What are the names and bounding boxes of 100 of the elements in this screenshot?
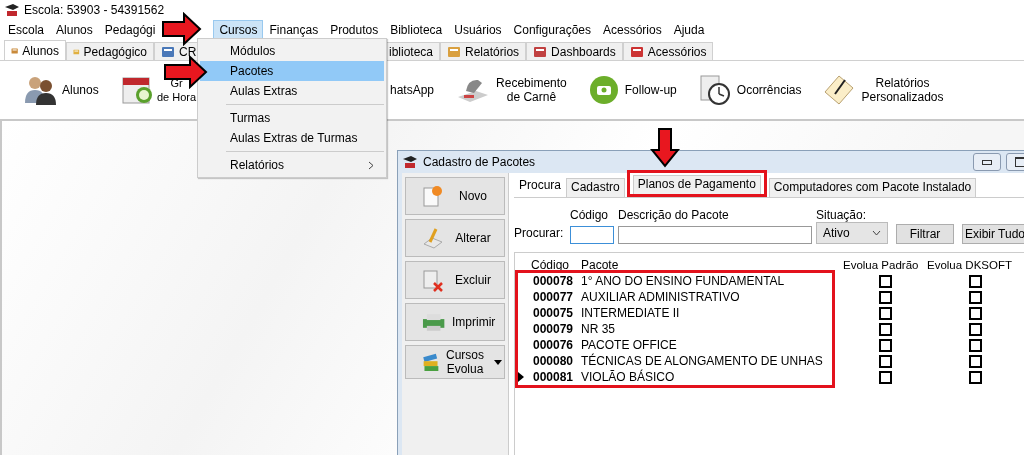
menu-option[interactable]: Aulas Extras	[200, 81, 384, 101]
checkbox[interactable]	[968, 290, 982, 304]
table-cell-text: 000077	[531, 290, 574, 304]
menu-item[interactable]: Acessórios	[597, 20, 668, 40]
menu-item[interactable]: Pedagógi	[98, 20, 162, 40]
checkbox[interactable]	[878, 290, 892, 304]
table-cell-text: 000080	[531, 354, 574, 368]
table-cell-text: PACOTE OFFICE	[581, 338, 678, 352]
menu-item[interactable]: Biblioteca	[384, 20, 449, 40]
code-field[interactable]	[570, 226, 614, 244]
ribbon-tab[interactable]: Relatórios	[440, 42, 527, 60]
field-label: Descrição do Pacote	[618, 208, 730, 222]
checkbox[interactable]	[878, 338, 892, 352]
menu-option[interactable]: Aulas Extras de Turmas	[200, 128, 384, 148]
chevron-icon	[368, 160, 374, 170]
ribbon-tab[interactable]: Dashboards	[526, 42, 623, 60]
checkbox[interactable]	[968, 274, 982, 288]
menu-option[interactable]: Módulos	[200, 41, 384, 61]
table-cell-text: 000076	[531, 338, 574, 352]
new-document-icon	[422, 184, 444, 208]
menu-item[interactable]: Usuários	[448, 20, 508, 40]
tab-icon	[161, 44, 175, 59]
ribbon-tab[interactable]: Alunos	[4, 40, 66, 60]
pointer-arrow	[164, 55, 208, 89]
table-cell-text: 000081	[531, 370, 574, 384]
filter-button[interactable]: Exibir Tudo	[962, 224, 1024, 244]
toolbar-button[interactable]: Cursos Evolua	[405, 345, 505, 379]
column-header: Evolua Padrão	[843, 259, 920, 271]
ribbon-label[interactable]: Follow-up	[624, 83, 677, 97]
ribbon-label[interactable]: hatsApp	[390, 83, 435, 97]
menu-option[interactable]: Turmas	[200, 108, 384, 128]
toolbar-button[interactable]: Alterar	[405, 219, 505, 257]
search-label: Procurar:	[514, 226, 565, 242]
checkbox[interactable]	[968, 354, 982, 368]
pointer-arrow	[162, 12, 202, 46]
table-cell-text: TÉCNICAS DE ALONGAMENTO DE UNHAS	[581, 354, 824, 368]
table-cell-text: 000075	[531, 306, 574, 320]
toolbar-button[interactable]: Novo	[405, 177, 505, 215]
minimize-button[interactable]	[973, 153, 1001, 171]
checkbox[interactable]	[878, 274, 892, 288]
status-dropdown[interactable]: Ativo	[816, 222, 888, 244]
description-field[interactable]	[618, 226, 812, 244]
menu-item[interactable]: Cursos	[213, 20, 264, 40]
ribbon-tab[interactable]: Acessórios	[622, 42, 714, 60]
checkbox[interactable]	[968, 338, 982, 352]
menu-item[interactable]: Finanças	[263, 20, 325, 40]
menu-option[interactable]: Pacotes	[200, 61, 384, 81]
toolbar-button[interactable]: Excluir	[405, 261, 505, 299]
checkbox[interactable]	[878, 306, 892, 320]
app-icon	[4, 3, 20, 17]
tab[interactable]: Planos de Pagamento	[632, 175, 761, 194]
field-label: Situação:	[816, 208, 868, 222]
column-header: Código	[530, 258, 571, 272]
tab-icon	[533, 44, 548, 59]
menu-item[interactable]: Produtos	[324, 20, 385, 40]
menu-item[interactable]: Escola	[2, 20, 51, 40]
menu-item[interactable]: Configurações	[507, 20, 597, 40]
tab[interactable]: Cadastro	[566, 178, 625, 197]
checkbox[interactable]	[968, 322, 982, 336]
table-cell-text: NR 35	[581, 322, 616, 336]
menu-item[interactable]: Alunos	[50, 20, 99, 40]
chevron-icon	[872, 230, 881, 236]
filter-button[interactable]: Filtrar	[896, 224, 954, 244]
tab[interactable]: Computadores com Pacote Instalado	[768, 178, 977, 197]
notepad-icon[interactable]	[823, 74, 856, 106]
menu-option[interactable]: Relatórios	[200, 155, 384, 175]
table-cell-text: AUXILIAR ADMINISTRATIVO	[581, 290, 741, 304]
toolbar-button[interactable]: Imprimir	[405, 303, 505, 341]
stopwatch-icon[interactable]	[698, 74, 731, 106]
app-icon	[402, 155, 418, 169]
checkbox[interactable]	[968, 370, 982, 384]
tab-icon	[447, 44, 462, 59]
people-icon[interactable]	[24, 75, 56, 105]
delete-document-icon	[422, 268, 444, 292]
ribbon-label[interactable]: Alunos	[62, 83, 99, 97]
ribbon-label[interactable]: Recebimento de Carnê	[496, 76, 567, 104]
table-cell-text: 000079	[531, 322, 574, 336]
ribbon-label[interactable]: Relatórios Personalizados	[861, 76, 944, 104]
ribbon-tab[interactable]: Pedagógico	[66, 42, 154, 60]
checkbox[interactable]	[878, 322, 892, 336]
pointer-arrow	[650, 128, 680, 168]
table-cell-text: INTERMEDIATE II	[581, 306, 681, 320]
ribbon-label[interactable]: Ocorrências	[736, 83, 802, 97]
table-cell-text: 000078	[531, 274, 574, 288]
dialog-title: Cadastro de Pacotes	[423, 155, 536, 169]
phone-icon[interactable]	[588, 75, 619, 105]
pencil-icon	[422, 226, 444, 250]
field-label: Código	[570, 208, 610, 222]
tab-icon	[629, 44, 644, 59]
window-title: Escola: 53903 - 54391562	[24, 3, 165, 17]
column-header: Pacote	[581, 258, 620, 272]
caret-icon[interactable]	[494, 359, 502, 365]
checkbox[interactable]	[878, 370, 892, 384]
calendar-icon[interactable]	[122, 75, 154, 105]
table-cell-text: 1° ANO DO ENSINO FUNDAMENTAL	[581, 274, 786, 288]
checkbox[interactable]	[878, 354, 892, 368]
menu-item[interactable]: Ajuda	[667, 20, 711, 40]
table-cell-text: VIOLÃO BÁSICO	[581, 370, 676, 384]
column-header: Evolua DKSOFT	[927, 259, 1013, 271]
checkbox[interactable]	[968, 306, 982, 320]
